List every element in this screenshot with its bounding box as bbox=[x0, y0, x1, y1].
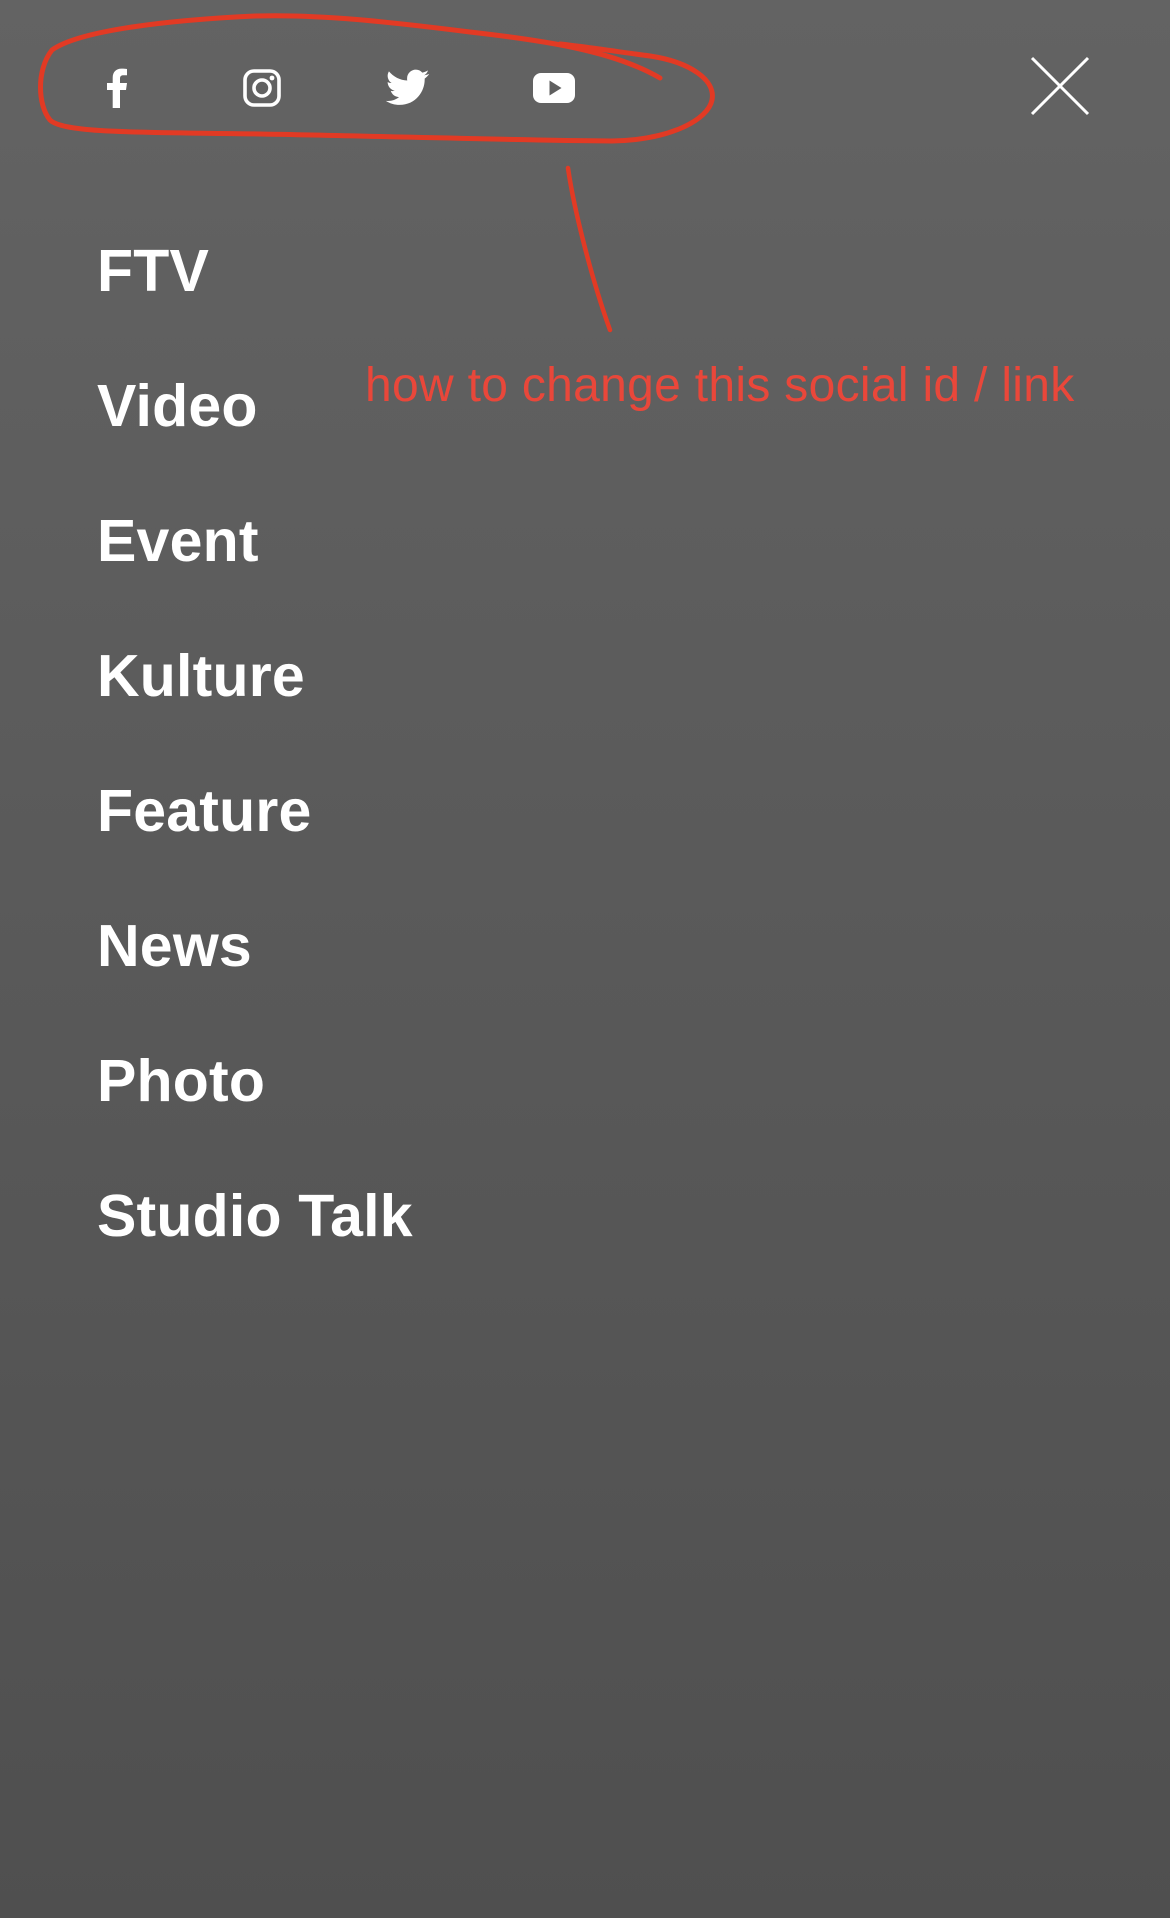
menu-item-event: Event bbox=[97, 506, 413, 641]
facebook-link[interactable] bbox=[88, 60, 144, 116]
youtube-link[interactable] bbox=[526, 60, 582, 116]
twitter-link[interactable] bbox=[380, 60, 436, 116]
menu-item-news: News bbox=[97, 911, 413, 1046]
close-button[interactable] bbox=[1028, 54, 1092, 118]
facebook-icon bbox=[107, 68, 127, 108]
menu-item-kulture: Kulture bbox=[97, 641, 413, 776]
menu-item-feature: Feature bbox=[97, 776, 413, 911]
menu-link-kulture[interactable]: Kulture bbox=[97, 641, 305, 711]
menu-link-ftv[interactable]: FTV bbox=[97, 236, 209, 306]
menu-link-photo[interactable]: Photo bbox=[97, 1046, 265, 1116]
menu-link-news[interactable]: News bbox=[97, 911, 252, 981]
annotation-arrow-line bbox=[565, 165, 613, 333]
menu-item-studio-talk: Studio Talk bbox=[97, 1181, 413, 1316]
close-icon bbox=[1030, 56, 1090, 116]
youtube-icon bbox=[533, 73, 575, 103]
menu-link-event[interactable]: Event bbox=[97, 506, 259, 576]
menu-item-ftv: FTV bbox=[97, 236, 413, 371]
annotation-note: how to change this social id / link bbox=[365, 359, 1075, 412]
menu-link-feature[interactable]: Feature bbox=[97, 776, 312, 846]
twitter-icon bbox=[386, 69, 430, 105]
menu-link-video[interactable]: Video bbox=[97, 371, 258, 441]
menu-item-photo: Photo bbox=[97, 1046, 413, 1181]
instagram-link[interactable] bbox=[234, 60, 290, 116]
menu-link-studio-talk[interactable]: Studio Talk bbox=[97, 1181, 413, 1251]
instagram-icon bbox=[243, 69, 281, 107]
